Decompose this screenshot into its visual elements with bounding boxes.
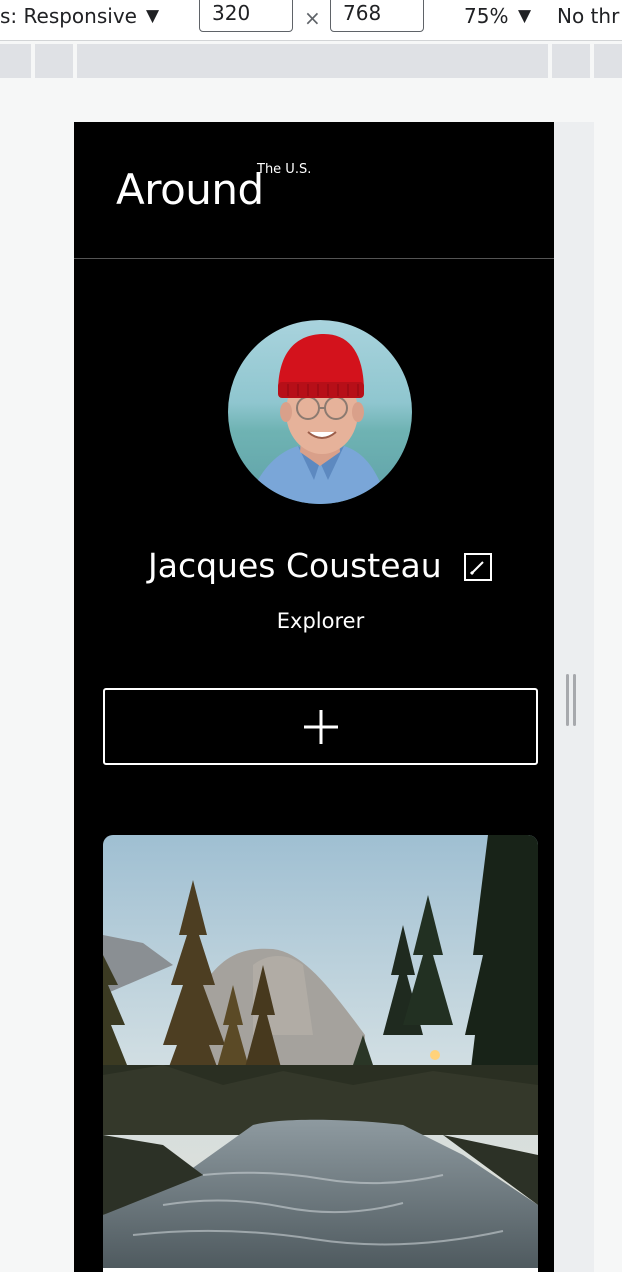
edit-profile-button[interactable] [464,553,492,581]
device-viewport: Around The U.S. Jacques Cousteau Explore… [74,122,554,1272]
media-query-bar[interactable] [0,44,622,78]
profile-avatar[interactable] [228,320,412,504]
throttle-select[interactable]: No thr [557,4,619,28]
media-query-divider [548,44,552,78]
zoom-select[interactable]: 75% [464,4,508,28]
dimension-separator: × [304,6,321,30]
header-divider [74,258,554,259]
device-select[interactable]: s: Responsive [0,4,137,28]
viewport-resize-handle[interactable] [566,674,578,726]
place-card-image[interactable] [103,835,538,1272]
pencil-icon [469,561,484,576]
avatar-image [228,320,412,504]
logo-superscript: The U.S. [257,162,312,177]
zoom-dropdown-icon[interactable]: ▼ [518,6,531,26]
media-query-divider [31,44,35,78]
height-input[interactable]: 768 [330,0,424,32]
place-card[interactable] [103,835,538,1272]
media-query-divider [590,44,594,78]
profile-name: Jacques Cousteau [148,546,442,585]
device-dropdown-icon[interactable]: ▼ [146,6,159,26]
plus-icon [304,710,338,744]
devtools-toolbar: s: Responsive ▼ 320 × 768 75% ▼ No thr [0,0,622,41]
media-query-divider [73,44,77,78]
width-input[interactable]: 320 [199,0,293,32]
site-logo[interactable]: Around [116,166,264,214]
place-card-caption [103,1268,538,1272]
profile-job: Explorer [276,609,365,633]
add-place-button[interactable] [103,688,538,765]
